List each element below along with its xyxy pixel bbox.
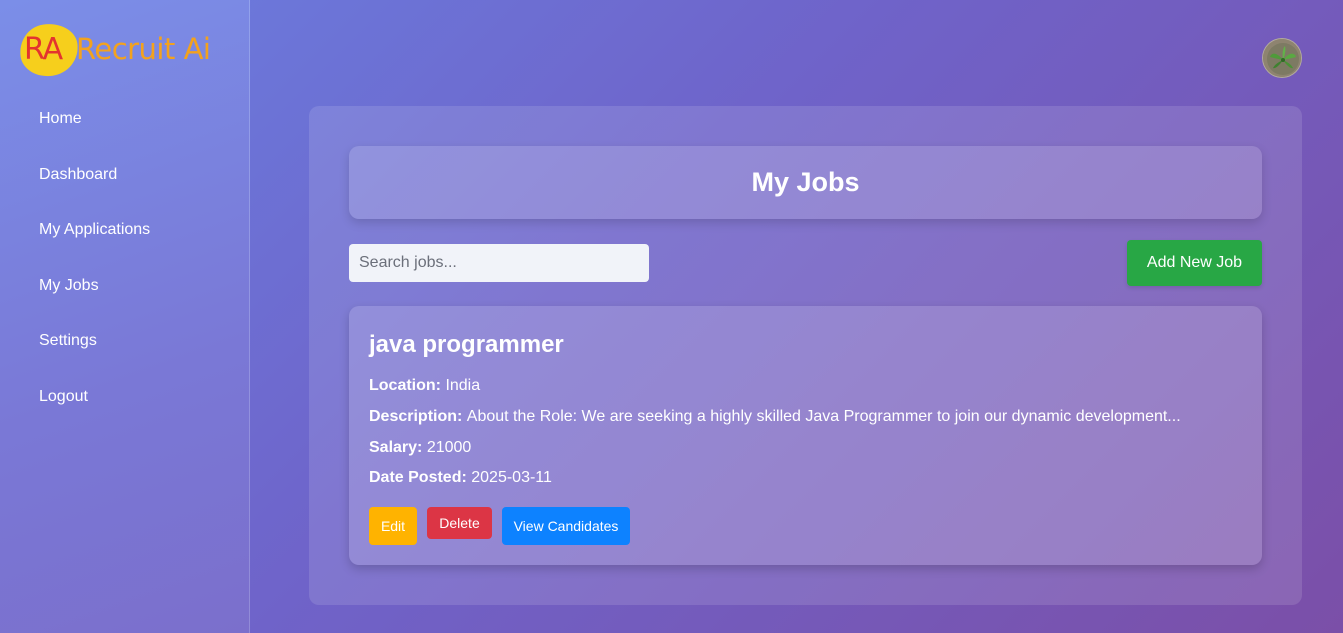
job-date-posted: Date Posted: 2025-03-11: [369, 469, 552, 487]
sidebar-item-my-jobs[interactable]: My Jobs: [39, 275, 150, 331]
page-title-card: My Jobs: [349, 146, 1262, 219]
sidebar: RA Recruit Ai Home Dashboard My Applicat…: [0, 0, 250, 633]
job-title: java programmer: [369, 331, 564, 358]
job-location-label: Location:: [369, 377, 446, 394]
job-date-label: Date Posted:: [369, 469, 472, 486]
delete-job-button[interactable]: Delete: [427, 507, 492, 539]
sidebar-item-home[interactable]: Home: [39, 108, 150, 164]
sidebar-item-dashboard[interactable]: Dashboard: [39, 164, 150, 220]
logo-name: Recruit Ai: [76, 32, 211, 66]
job-salary-label: Salary:: [369, 439, 427, 456]
job-location-value: India: [445, 377, 481, 394]
job-location: Location: India: [369, 377, 480, 395]
logo-mark: RA: [24, 32, 63, 67]
view-candidates-button[interactable]: View Candidates: [502, 507, 630, 545]
sidebar-item-settings[interactable]: Settings: [39, 330, 150, 386]
sidebar-item-my-applications[interactable]: My Applications: [39, 219, 150, 275]
job-description-value: About the Role: We are seeking a highly …: [466, 408, 1181, 425]
job-description-label: Description:: [369, 408, 467, 425]
job-date-value: 2025-03-11: [471, 469, 552, 486]
page-title: My Jobs: [751, 167, 860, 197]
job-card: java programmer Location: India Descript…: [349, 306, 1262, 565]
add-new-job-button[interactable]: Add New Job: [1127, 240, 1262, 286]
search-input[interactable]: [349, 244, 649, 282]
avatar-plant-icon: [1263, 39, 1301, 77]
brand-logo[interactable]: RA Recruit Ai: [16, 20, 235, 80]
sidebar-nav: Home Dashboard My Applications My Jobs S…: [39, 108, 150, 442]
sidebar-item-logout[interactable]: Logout: [39, 386, 150, 442]
edit-job-button[interactable]: Edit: [369, 507, 417, 545]
job-salary-value: 21000: [426, 439, 472, 456]
user-avatar[interactable]: [1262, 38, 1302, 78]
job-description: Description: About the Role: We are seek…: [369, 408, 1181, 426]
job-salary: Salary: 21000: [369, 439, 471, 457]
